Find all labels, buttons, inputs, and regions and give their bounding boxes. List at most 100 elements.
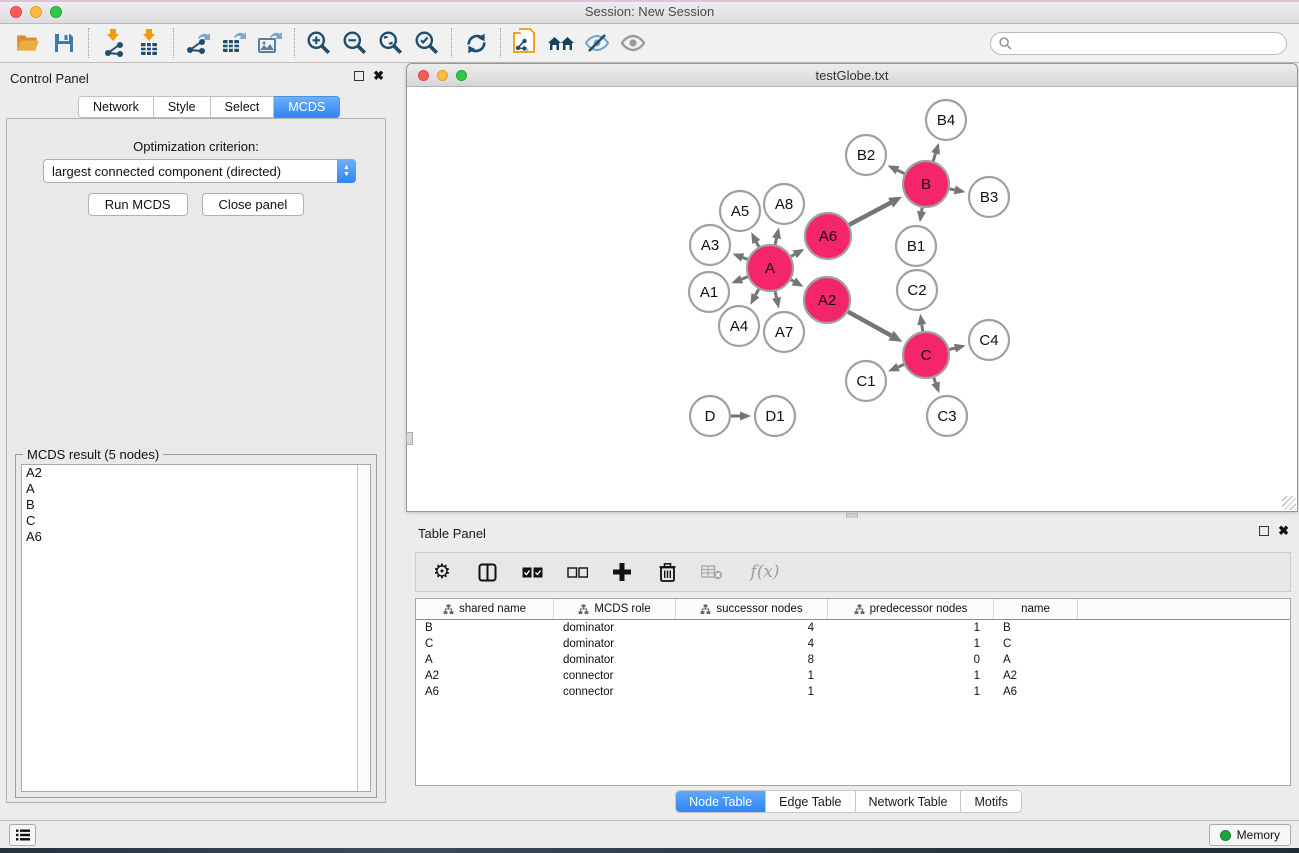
node-table[interactable]: shared nameMCDS rolesuccessor nodesprede… [415, 598, 1291, 786]
tab-edge-table[interactable]: Edge Table [765, 791, 854, 812]
deselect-all-columns-button[interactable] [565, 559, 589, 585]
close-panel-button[interactable]: Close panel [202, 193, 305, 216]
resize-grip-icon[interactable] [1282, 496, 1296, 510]
cell-name[interactable]: C [994, 638, 1078, 650]
cell-successor-nodes[interactable]: 1 [676, 670, 828, 682]
cell-MCDS-role[interactable]: connector [554, 670, 676, 682]
table-row[interactable]: Adominator80A [416, 652, 1290, 668]
graph-edge-A-A1[interactable] [742, 277, 748, 279]
cell-name[interactable]: A2 [994, 670, 1078, 682]
column-header-name[interactable]: name [994, 599, 1078, 619]
tab-node-table[interactable]: Node Table [676, 791, 765, 812]
result-item[interactable]: A6 [22, 529, 370, 545]
graph-edge-A-A6[interactable] [791, 254, 795, 256]
column-header-predecessor-nodes[interactable]: predecessor nodes [828, 599, 994, 619]
zoom-out-button[interactable] [337, 27, 373, 59]
graph-edge-C-C3[interactable] [934, 378, 936, 383]
graph-edge-B-B2[interactable] [898, 170, 905, 173]
cell-MCDS-role[interactable]: dominator [554, 622, 676, 634]
zoom-fit-button[interactable] [373, 27, 409, 59]
delete-columns-button[interactable] [655, 559, 679, 585]
graph-edge-A-A3[interactable] [743, 258, 748, 260]
cell-predecessor-nodes[interactable]: 1 [828, 638, 994, 650]
function-builder-button[interactable]: f(x) [745, 559, 785, 585]
new-network-from-selection-button[interactable] [507, 27, 543, 59]
column-header-shared-name[interactable]: shared name [416, 599, 554, 619]
tab-network-table[interactable]: Network Table [855, 791, 961, 812]
tab-motifs[interactable]: Motifs [960, 791, 1020, 812]
graph-edge-A-A4[interactable] [755, 289, 758, 295]
network-window-titlebar[interactable]: testGlobe.txt [407, 64, 1297, 87]
hide-selected-button[interactable] [579, 27, 615, 59]
cell-name[interactable]: A [994, 654, 1078, 666]
import-table-button[interactable] [131, 27, 167, 59]
export-network-button[interactable] [180, 27, 216, 59]
run-mcds-button[interactable]: Run MCDS [88, 193, 188, 216]
graph-edge-C-C4[interactable] [949, 348, 955, 349]
cell-MCDS-role[interactable]: dominator [554, 654, 676, 666]
cell-name[interactable]: A6 [994, 686, 1078, 698]
float-panel-icon[interactable] [1259, 526, 1269, 536]
graph-edge-C-C1[interactable] [898, 365, 904, 368]
cell-shared-name[interactable]: A6 [416, 686, 554, 698]
graph-edge-A-A7[interactable] [775, 291, 776, 297]
show-all-button[interactable] [615, 27, 651, 59]
export-table-button[interactable] [216, 27, 252, 59]
table-row[interactable]: A2connector11A2 [416, 668, 1290, 684]
close-panel-icon[interactable]: ✖ [1278, 526, 1289, 536]
result-scrollbar[interactable] [357, 465, 370, 791]
tab-network[interactable]: Network [78, 96, 154, 118]
export-image-button[interactable] [252, 27, 288, 59]
cell-predecessor-nodes[interactable]: 1 [828, 686, 994, 698]
cell-shared-name[interactable]: A [416, 654, 554, 666]
cell-name[interactable]: B [994, 622, 1078, 634]
cell-shared-name[interactable]: C [416, 638, 554, 650]
optimization-criterion-select[interactable]: largest connected component (directed) ▲… [43, 159, 356, 183]
show-panels-button[interactable] [9, 824, 36, 846]
graph-edge-A-A8[interactable] [775, 238, 776, 244]
zoom-in-button[interactable] [301, 27, 337, 59]
tab-select[interactable]: Select [211, 96, 275, 118]
window-edge-grip[interactable] [406, 432, 413, 445]
result-item[interactable]: A2 [22, 465, 370, 481]
cell-successor-nodes[interactable]: 1 [676, 686, 828, 698]
import-network-button[interactable] [95, 27, 131, 59]
show-columns-button[interactable] [475, 559, 499, 585]
tab-mcds[interactable]: MCDS [274, 96, 340, 118]
first-neighbors-button[interactable] [543, 27, 579, 59]
graph-edge-B-B1[interactable] [922, 208, 923, 212]
table-row[interactable]: Bdominator41B [416, 620, 1290, 636]
result-item[interactable]: B [22, 497, 370, 513]
graph-edge-B-B3[interactable] [950, 189, 955, 190]
table-row[interactable]: A6connector11A6 [416, 684, 1290, 700]
graph-edge-A2-C[interactable] [848, 312, 891, 336]
open-session-button[interactable] [10, 27, 46, 59]
save-session-button[interactable] [46, 27, 82, 59]
cell-MCDS-role[interactable]: connector [554, 686, 676, 698]
apply-layout-button[interactable] [458, 27, 494, 59]
cell-successor-nodes[interactable]: 4 [676, 638, 828, 650]
graph-edge-A-A2[interactable] [791, 280, 794, 282]
cell-shared-name[interactable]: A2 [416, 670, 554, 682]
create-column-button[interactable] [610, 559, 634, 585]
cell-MCDS-role[interactable]: dominator [554, 638, 676, 650]
network-graph[interactable]: B4B2BB3A5A8A6A3B1AA1C2A2A4A7C4CC1C3DD1 [407, 87, 1297, 511]
float-panel-icon[interactable] [354, 71, 364, 81]
search-input[interactable] [1017, 36, 1278, 50]
column-header-MCDS-role[interactable]: MCDS role [554, 599, 676, 619]
graph-edge-A-A5[interactable] [756, 242, 759, 247]
search-field[interactable] [990, 32, 1287, 55]
cell-predecessor-nodes[interactable]: 0 [828, 654, 994, 666]
tab-style[interactable]: Style [154, 96, 211, 118]
graph-edge-A6-B[interactable] [849, 203, 890, 225]
graph-edge-C-C2[interactable] [922, 325, 923, 332]
table-settings-button[interactable]: ⚙ [430, 559, 454, 585]
result-item[interactable]: C [22, 513, 370, 529]
result-item[interactable]: A [22, 481, 370, 497]
zoom-selected-button[interactable] [409, 27, 445, 59]
select-all-columns-button[interactable] [520, 559, 544, 585]
column-header-successor-nodes[interactable]: successor nodes [676, 599, 828, 619]
cell-predecessor-nodes[interactable]: 1 [828, 622, 994, 634]
cell-shared-name[interactable]: B [416, 622, 554, 634]
cell-successor-nodes[interactable]: 8 [676, 654, 828, 666]
